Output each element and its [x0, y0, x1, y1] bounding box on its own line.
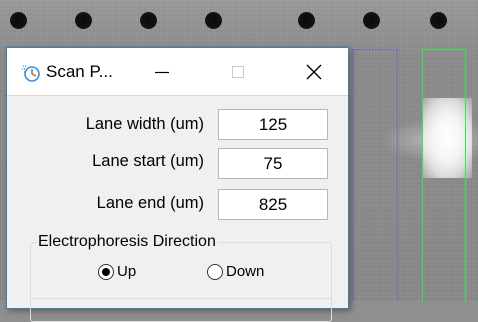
radio-up-label: Up — [117, 263, 137, 280]
well-spot — [205, 12, 222, 29]
radio-up-indicator[interactable] — [98, 263, 114, 280]
well-spot — [10, 12, 27, 29]
group-divider — [30, 298, 332, 299]
close-icon — [306, 64, 322, 79]
well-spot — [430, 12, 447, 29]
well-spot — [363, 12, 380, 29]
lane-start-input[interactable] — [218, 148, 328, 179]
well-spot — [140, 12, 157, 29]
well-spot — [75, 12, 92, 29]
radio-down[interactable]: Down — [207, 263, 264, 280]
radio-down-indicator[interactable] — [207, 263, 223, 280]
electrophoresis-direction-group — [30, 242, 332, 322]
lane-end-label: Lane end (um) — [96, 194, 204, 212]
maximize-icon — [232, 65, 244, 78]
dialog-titlebar[interactable]: Scan P... — [7, 48, 348, 95]
scan-parameters-app-icon — [21, 63, 41, 83]
lane-outline-selected[interactable] — [422, 49, 466, 301]
lane-start-label: Lane start (um) — [92, 152, 204, 170]
scan-parameters-dialog: Scan P... Lane width (um) Lane start (um… — [6, 47, 349, 322]
lane-end-input[interactable] — [218, 189, 328, 220]
radio-up[interactable]: Up — [98, 263, 136, 280]
maximize-button[interactable] — [213, 48, 263, 95]
electrophoresis-direction-title: Electrophoresis Direction — [36, 233, 218, 251]
radio-down-label: Down — [226, 263, 265, 280]
well-spot — [298, 12, 315, 29]
dialog-title: Scan P... — [46, 62, 113, 81]
minimize-icon — [155, 71, 169, 73]
lane-width-label: Lane width (um) — [85, 115, 204, 133]
lane-width-input[interactable] — [218, 109, 328, 140]
titlebar-separator — [7, 95, 348, 96]
close-button[interactable] — [289, 48, 339, 95]
lane-outline-dotted[interactable] — [352, 49, 398, 301]
minimize-button[interactable] — [137, 48, 187, 95]
